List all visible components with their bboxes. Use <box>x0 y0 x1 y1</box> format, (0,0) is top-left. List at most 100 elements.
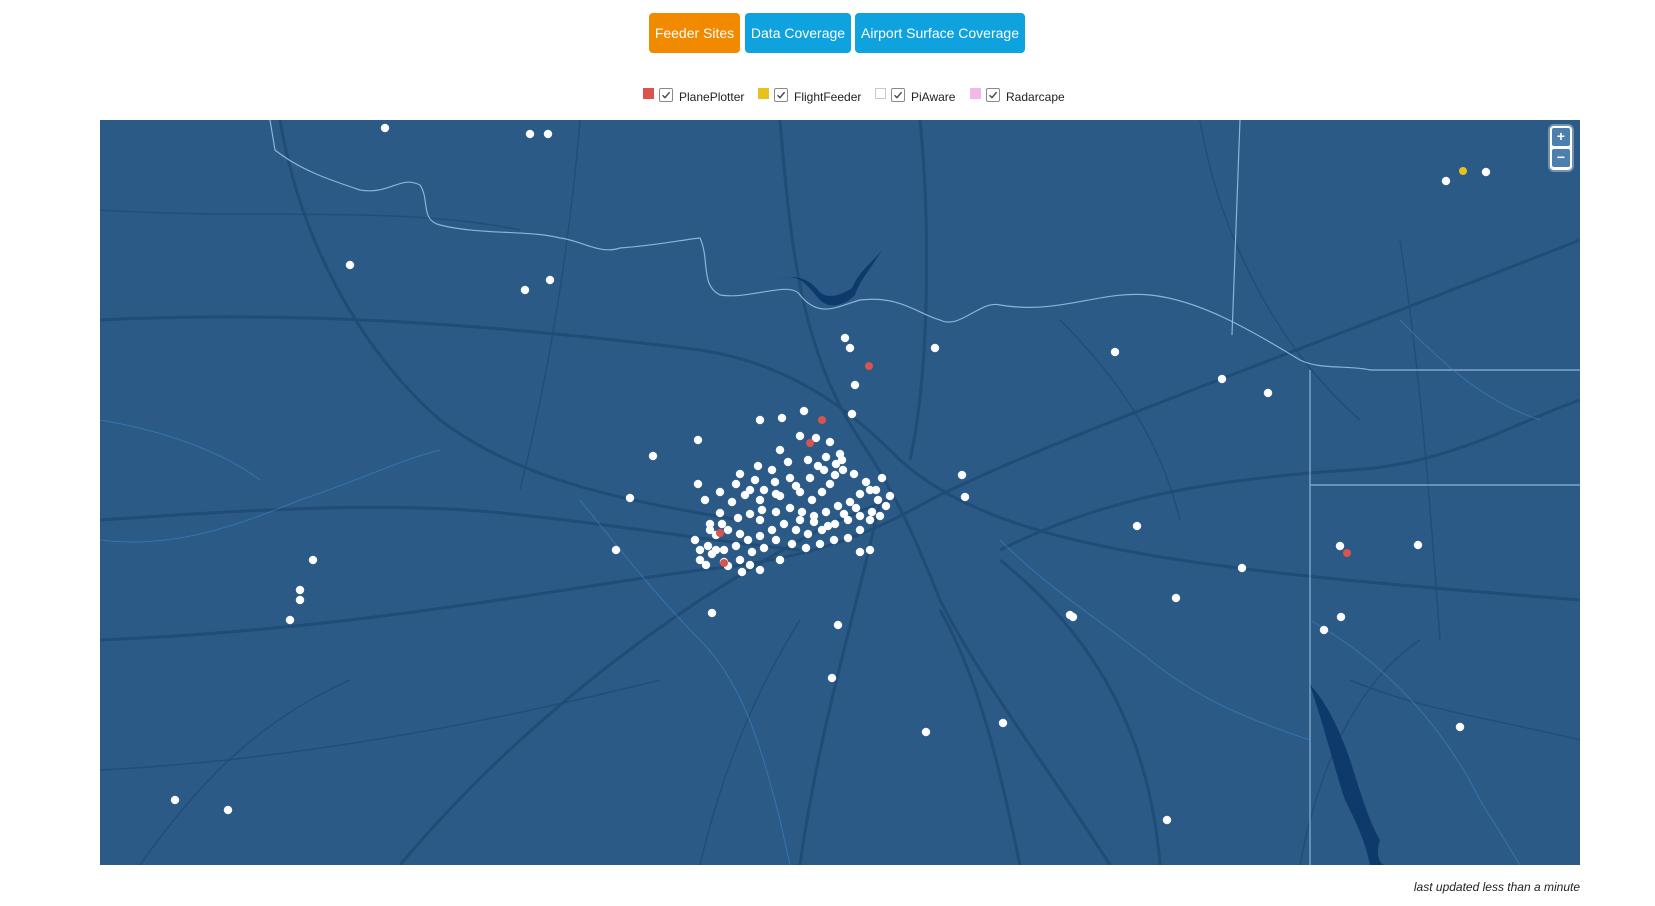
piaware-site-marker[interactable] <box>345 260 355 270</box>
piaware-site-marker[interactable] <box>877 473 887 483</box>
piaware-site-marker[interactable] <box>701 560 711 570</box>
zoom-out-button[interactable]: − <box>1552 149 1570 167</box>
piaware-site-marker[interactable] <box>845 497 855 507</box>
piaware-site-marker[interactable] <box>520 285 530 295</box>
piaware-site-marker[interactable] <box>380 123 390 133</box>
piaware-site-marker[interactable] <box>1481 167 1491 177</box>
piaware-site-marker[interactable] <box>1263 388 1273 398</box>
piaware-site-marker[interactable] <box>1319 625 1329 635</box>
piaware-site-marker[interactable] <box>1413 540 1423 550</box>
piaware-site-marker[interactable] <box>771 489 781 499</box>
piaware-site-marker[interactable] <box>817 487 827 497</box>
piaware-site-marker[interactable] <box>693 479 703 489</box>
piaware-site-marker[interactable] <box>825 479 835 489</box>
piaware-site-marker[interactable] <box>308 555 318 565</box>
piaware-site-marker[interactable] <box>735 469 745 479</box>
piaware-site-marker[interactable] <box>799 406 809 416</box>
piaware-site-marker[interactable] <box>779 519 789 529</box>
piaware-site-marker[interactable] <box>855 489 865 499</box>
piaware-site-marker[interactable] <box>998 718 1008 728</box>
piaware-site-marker[interactable] <box>1441 176 1451 186</box>
piaware-site-marker[interactable] <box>755 531 765 541</box>
piaware-checkbox[interactable] <box>891 88 905 102</box>
piaware-site-marker[interactable] <box>770 477 780 487</box>
piaware-site-marker[interactable] <box>731 479 741 489</box>
piaware-site-marker[interactable] <box>625 493 635 503</box>
piaware-site-marker[interactable] <box>285 615 295 625</box>
piaware-site-marker[interactable] <box>840 333 850 343</box>
piaware-site-marker[interactable] <box>525 129 535 139</box>
piaware-site-marker[interactable] <box>755 415 765 425</box>
piaware-site-marker[interactable] <box>805 473 815 483</box>
piaware-site-marker[interactable] <box>831 459 841 469</box>
piaware-site-marker[interactable] <box>759 485 769 495</box>
piaware-site-marker[interactable] <box>1162 815 1172 825</box>
piaware-site-marker[interactable] <box>745 560 755 570</box>
piaware-site-marker[interactable] <box>867 507 877 517</box>
piaware-site-marker[interactable] <box>845 343 855 353</box>
piaware-site-marker[interactable] <box>727 497 737 507</box>
piaware-site-marker[interactable] <box>875 511 885 521</box>
piaware-site-marker[interactable] <box>855 511 865 521</box>
piaware-site-marker[interactable] <box>295 595 305 605</box>
piaware-site-marker[interactable] <box>855 547 865 557</box>
map-canvas[interactable] <box>100 120 1580 865</box>
piaware-site-marker[interactable] <box>830 519 840 529</box>
piaware-site-marker[interactable] <box>801 543 811 553</box>
piaware-site-marker[interactable] <box>809 517 819 527</box>
piaware-site-marker[interactable] <box>759 543 769 553</box>
piaware-site-marker[interactable] <box>871 485 881 495</box>
piaware-site-marker[interactable] <box>1455 722 1465 732</box>
piaware-site-marker[interactable] <box>753 461 763 471</box>
piaware-site-marker[interactable] <box>1217 374 1227 384</box>
piaware-site-marker[interactable] <box>960 492 970 502</box>
planeplotter-site-marker[interactable] <box>818 416 826 424</box>
piaware-site-marker[interactable] <box>777 413 787 423</box>
piaware-site-marker[interactable] <box>825 437 835 447</box>
piaware-site-marker[interactable] <box>791 481 801 491</box>
piaware-site-marker[interactable] <box>833 501 843 511</box>
piaware-site-marker[interactable] <box>851 503 861 513</box>
piaware-site-marker[interactable] <box>771 507 781 517</box>
piaware-site-marker[interactable] <box>815 539 825 549</box>
piaware-site-marker[interactable] <box>881 501 891 511</box>
piaware-site-marker[interactable] <box>827 673 837 683</box>
piaware-site-marker[interactable] <box>775 445 785 455</box>
piaware-site-marker[interactable] <box>795 431 805 441</box>
piaware-site-marker[interactable] <box>821 507 831 517</box>
piaware-site-marker[interactable] <box>775 555 785 565</box>
piaware-site-marker[interactable] <box>755 515 765 525</box>
piaware-site-marker[interactable] <box>715 508 725 518</box>
planeplotter-site-marker[interactable] <box>720 559 728 567</box>
piaware-site-marker[interactable] <box>783 457 793 467</box>
piaware-site-marker[interactable] <box>830 470 840 480</box>
radarcape-checkbox[interactable] <box>986 88 1000 102</box>
zoom-in-button[interactable]: + <box>1552 128 1570 146</box>
piaware-site-marker[interactable] <box>1132 521 1142 531</box>
piaware-site-marker[interactable] <box>847 409 857 419</box>
piaware-site-marker[interactable] <box>839 509 849 519</box>
piaware-site-marker[interactable] <box>295 585 305 595</box>
piaware-site-marker[interactable] <box>767 525 777 535</box>
piaware-site-marker[interactable] <box>865 545 875 555</box>
piaware-site-marker[interactable] <box>1335 541 1345 551</box>
planeplotter-site-marker[interactable] <box>865 362 873 370</box>
piaware-site-marker[interactable] <box>693 435 703 445</box>
piaware-site-marker[interactable] <box>833 620 843 630</box>
piaware-site-marker[interactable] <box>785 473 795 483</box>
piaware-site-marker[interactable] <box>735 529 745 539</box>
planeplotter-site-marker[interactable] <box>1343 549 1351 557</box>
piaware-site-marker[interactable] <box>705 525 715 535</box>
piaware-site-marker[interactable] <box>873 495 883 505</box>
tab-data-coverage[interactable]: Data Coverage <box>745 13 851 53</box>
piaware-site-marker[interactable] <box>1068 612 1078 622</box>
piaware-site-marker[interactable] <box>797 507 807 517</box>
piaware-site-marker[interactable] <box>695 545 705 555</box>
piaware-site-marker[interactable] <box>700 495 710 505</box>
piaware-site-marker[interactable] <box>771 535 781 545</box>
piaware-site-marker[interactable] <box>807 495 817 505</box>
piaware-site-marker[interactable] <box>611 545 621 555</box>
planeplotter-checkbox[interactable] <box>659 88 673 102</box>
piaware-site-marker[interactable] <box>819 465 829 475</box>
piaware-site-marker[interactable] <box>690 535 700 545</box>
